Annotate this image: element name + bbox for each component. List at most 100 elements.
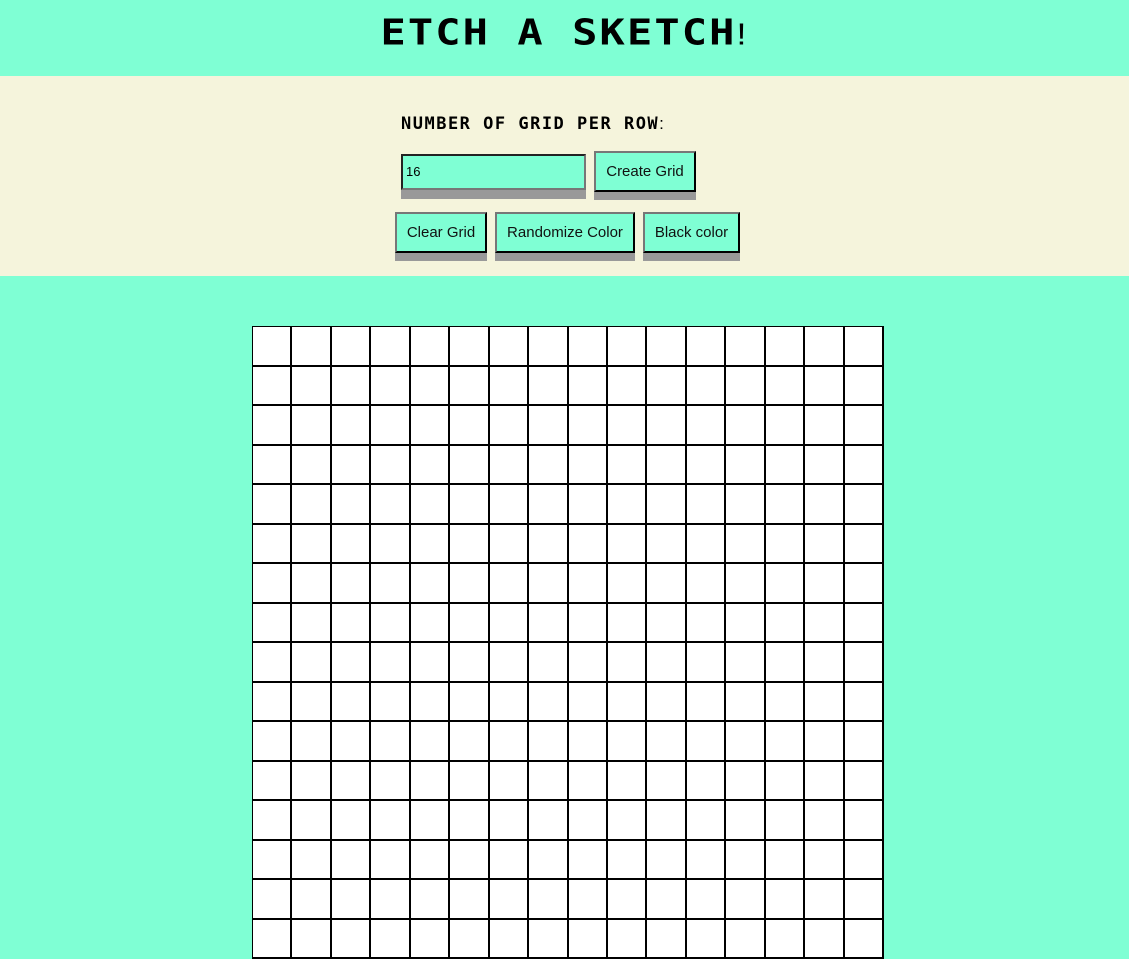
grid-cell[interactable] bbox=[292, 801, 331, 841]
grid-cell[interactable] bbox=[647, 841, 686, 881]
grid-cell[interactable] bbox=[292, 406, 331, 446]
grid-cell[interactable] bbox=[529, 485, 568, 525]
grid-cell[interactable] bbox=[726, 920, 765, 959]
grid-cell[interactable] bbox=[805, 801, 844, 841]
grid-cell[interactable] bbox=[529, 367, 568, 407]
grid-cell[interactable] bbox=[292, 643, 331, 683]
grid-cell[interactable] bbox=[253, 722, 292, 762]
grid-cell[interactable] bbox=[805, 327, 844, 367]
grid-cell[interactable] bbox=[411, 485, 450, 525]
grid-cell[interactable] bbox=[332, 525, 371, 565]
grid-cell[interactable] bbox=[253, 643, 292, 683]
grid-cell[interactable] bbox=[411, 327, 450, 367]
grid-cell[interactable] bbox=[490, 880, 529, 920]
grid-cell[interactable] bbox=[529, 604, 568, 644]
grid-cell[interactable] bbox=[687, 564, 726, 604]
grid-cell[interactable] bbox=[608, 920, 647, 959]
grid-cell[interactable] bbox=[647, 485, 686, 525]
grid-cell[interactable] bbox=[608, 722, 647, 762]
grid-cell[interactable] bbox=[253, 762, 292, 802]
grid-cell[interactable] bbox=[371, 762, 410, 802]
grid-cell[interactable] bbox=[490, 762, 529, 802]
grid-cell[interactable] bbox=[569, 683, 608, 723]
grid-cell[interactable] bbox=[529, 880, 568, 920]
grid-cell[interactable] bbox=[371, 327, 410, 367]
grid-cell[interactable] bbox=[411, 564, 450, 604]
grid-cell[interactable] bbox=[647, 446, 686, 486]
grid-cell[interactable] bbox=[805, 762, 844, 802]
grid-cell[interactable] bbox=[529, 841, 568, 881]
grid-cell[interactable] bbox=[726, 604, 765, 644]
grid-cell[interactable] bbox=[647, 406, 686, 446]
grid-cell[interactable] bbox=[490, 920, 529, 959]
grid-cell[interactable] bbox=[805, 446, 844, 486]
grid-cell[interactable] bbox=[253, 564, 292, 604]
grid-cell[interactable] bbox=[569, 722, 608, 762]
grid-cell[interactable] bbox=[805, 564, 844, 604]
grid-cell[interactable] bbox=[805, 841, 844, 881]
grid-cell[interactable] bbox=[411, 841, 450, 881]
grid-cell[interactable] bbox=[845, 406, 884, 446]
grid-cell[interactable] bbox=[490, 367, 529, 407]
grid-cell[interactable] bbox=[726, 722, 765, 762]
grid-cell[interactable] bbox=[687, 604, 726, 644]
grid-cell[interactable] bbox=[726, 880, 765, 920]
grid-cell[interactable] bbox=[608, 801, 647, 841]
grid-cell[interactable] bbox=[805, 525, 844, 565]
grid-cell[interactable] bbox=[687, 762, 726, 802]
grid-cell[interactable] bbox=[332, 801, 371, 841]
grid-cell[interactable] bbox=[332, 367, 371, 407]
grid-cell[interactable] bbox=[766, 525, 805, 565]
grid-cell[interactable] bbox=[292, 920, 331, 959]
grid-cell[interactable] bbox=[766, 801, 805, 841]
grid-cell[interactable] bbox=[292, 446, 331, 486]
grid-cell[interactable] bbox=[529, 722, 568, 762]
grid-cell[interactable] bbox=[253, 327, 292, 367]
grid-cell[interactable] bbox=[687, 801, 726, 841]
grid-cell[interactable] bbox=[371, 367, 410, 407]
grid-cell[interactable] bbox=[332, 643, 371, 683]
grid-cell[interactable] bbox=[647, 920, 686, 959]
grid-cell[interactable] bbox=[292, 327, 331, 367]
grid-cell[interactable] bbox=[766, 485, 805, 525]
grid-cell[interactable] bbox=[371, 406, 410, 446]
grid-cell[interactable] bbox=[766, 683, 805, 723]
grid-cell[interactable] bbox=[529, 801, 568, 841]
grid-cell[interactable] bbox=[253, 446, 292, 486]
grid-cell[interactable] bbox=[371, 880, 410, 920]
grid-cell[interactable] bbox=[647, 643, 686, 683]
grid-cell[interactable] bbox=[687, 525, 726, 565]
grid-cell[interactable] bbox=[411, 762, 450, 802]
grid-cell[interactable] bbox=[292, 564, 331, 604]
grid-cell[interactable] bbox=[647, 367, 686, 407]
grid-cell[interactable] bbox=[687, 880, 726, 920]
grid-cell[interactable] bbox=[332, 446, 371, 486]
grid-cell[interactable] bbox=[450, 485, 489, 525]
grid-cell[interactable] bbox=[608, 485, 647, 525]
grid-cell[interactable] bbox=[608, 446, 647, 486]
grid-cell[interactable] bbox=[371, 683, 410, 723]
grid-cell[interactable] bbox=[805, 683, 844, 723]
grid-cell[interactable] bbox=[766, 446, 805, 486]
grid-cell[interactable] bbox=[490, 683, 529, 723]
grid-cell[interactable] bbox=[292, 762, 331, 802]
grid-cell[interactable] bbox=[450, 683, 489, 723]
grid-cell[interactable] bbox=[726, 327, 765, 367]
grid-cell[interactable] bbox=[569, 564, 608, 604]
grid-cell[interactable] bbox=[332, 564, 371, 604]
grid-cell[interactable] bbox=[490, 327, 529, 367]
grid-cell[interactable] bbox=[726, 801, 765, 841]
grid-cell[interactable] bbox=[845, 683, 884, 723]
grid-cell[interactable] bbox=[766, 643, 805, 683]
grid-cell[interactable] bbox=[569, 643, 608, 683]
grid-cell[interactable] bbox=[253, 880, 292, 920]
grid-cell[interactable] bbox=[647, 762, 686, 802]
grid-cell[interactable] bbox=[529, 446, 568, 486]
grid-cell[interactable] bbox=[253, 406, 292, 446]
grid-cell[interactable] bbox=[845, 525, 884, 565]
grid-cell[interactable] bbox=[845, 643, 884, 683]
grid-cell[interactable] bbox=[608, 683, 647, 723]
grid-cell[interactable] bbox=[371, 525, 410, 565]
grid-cell[interactable] bbox=[569, 367, 608, 407]
grid-cell[interactable] bbox=[608, 880, 647, 920]
